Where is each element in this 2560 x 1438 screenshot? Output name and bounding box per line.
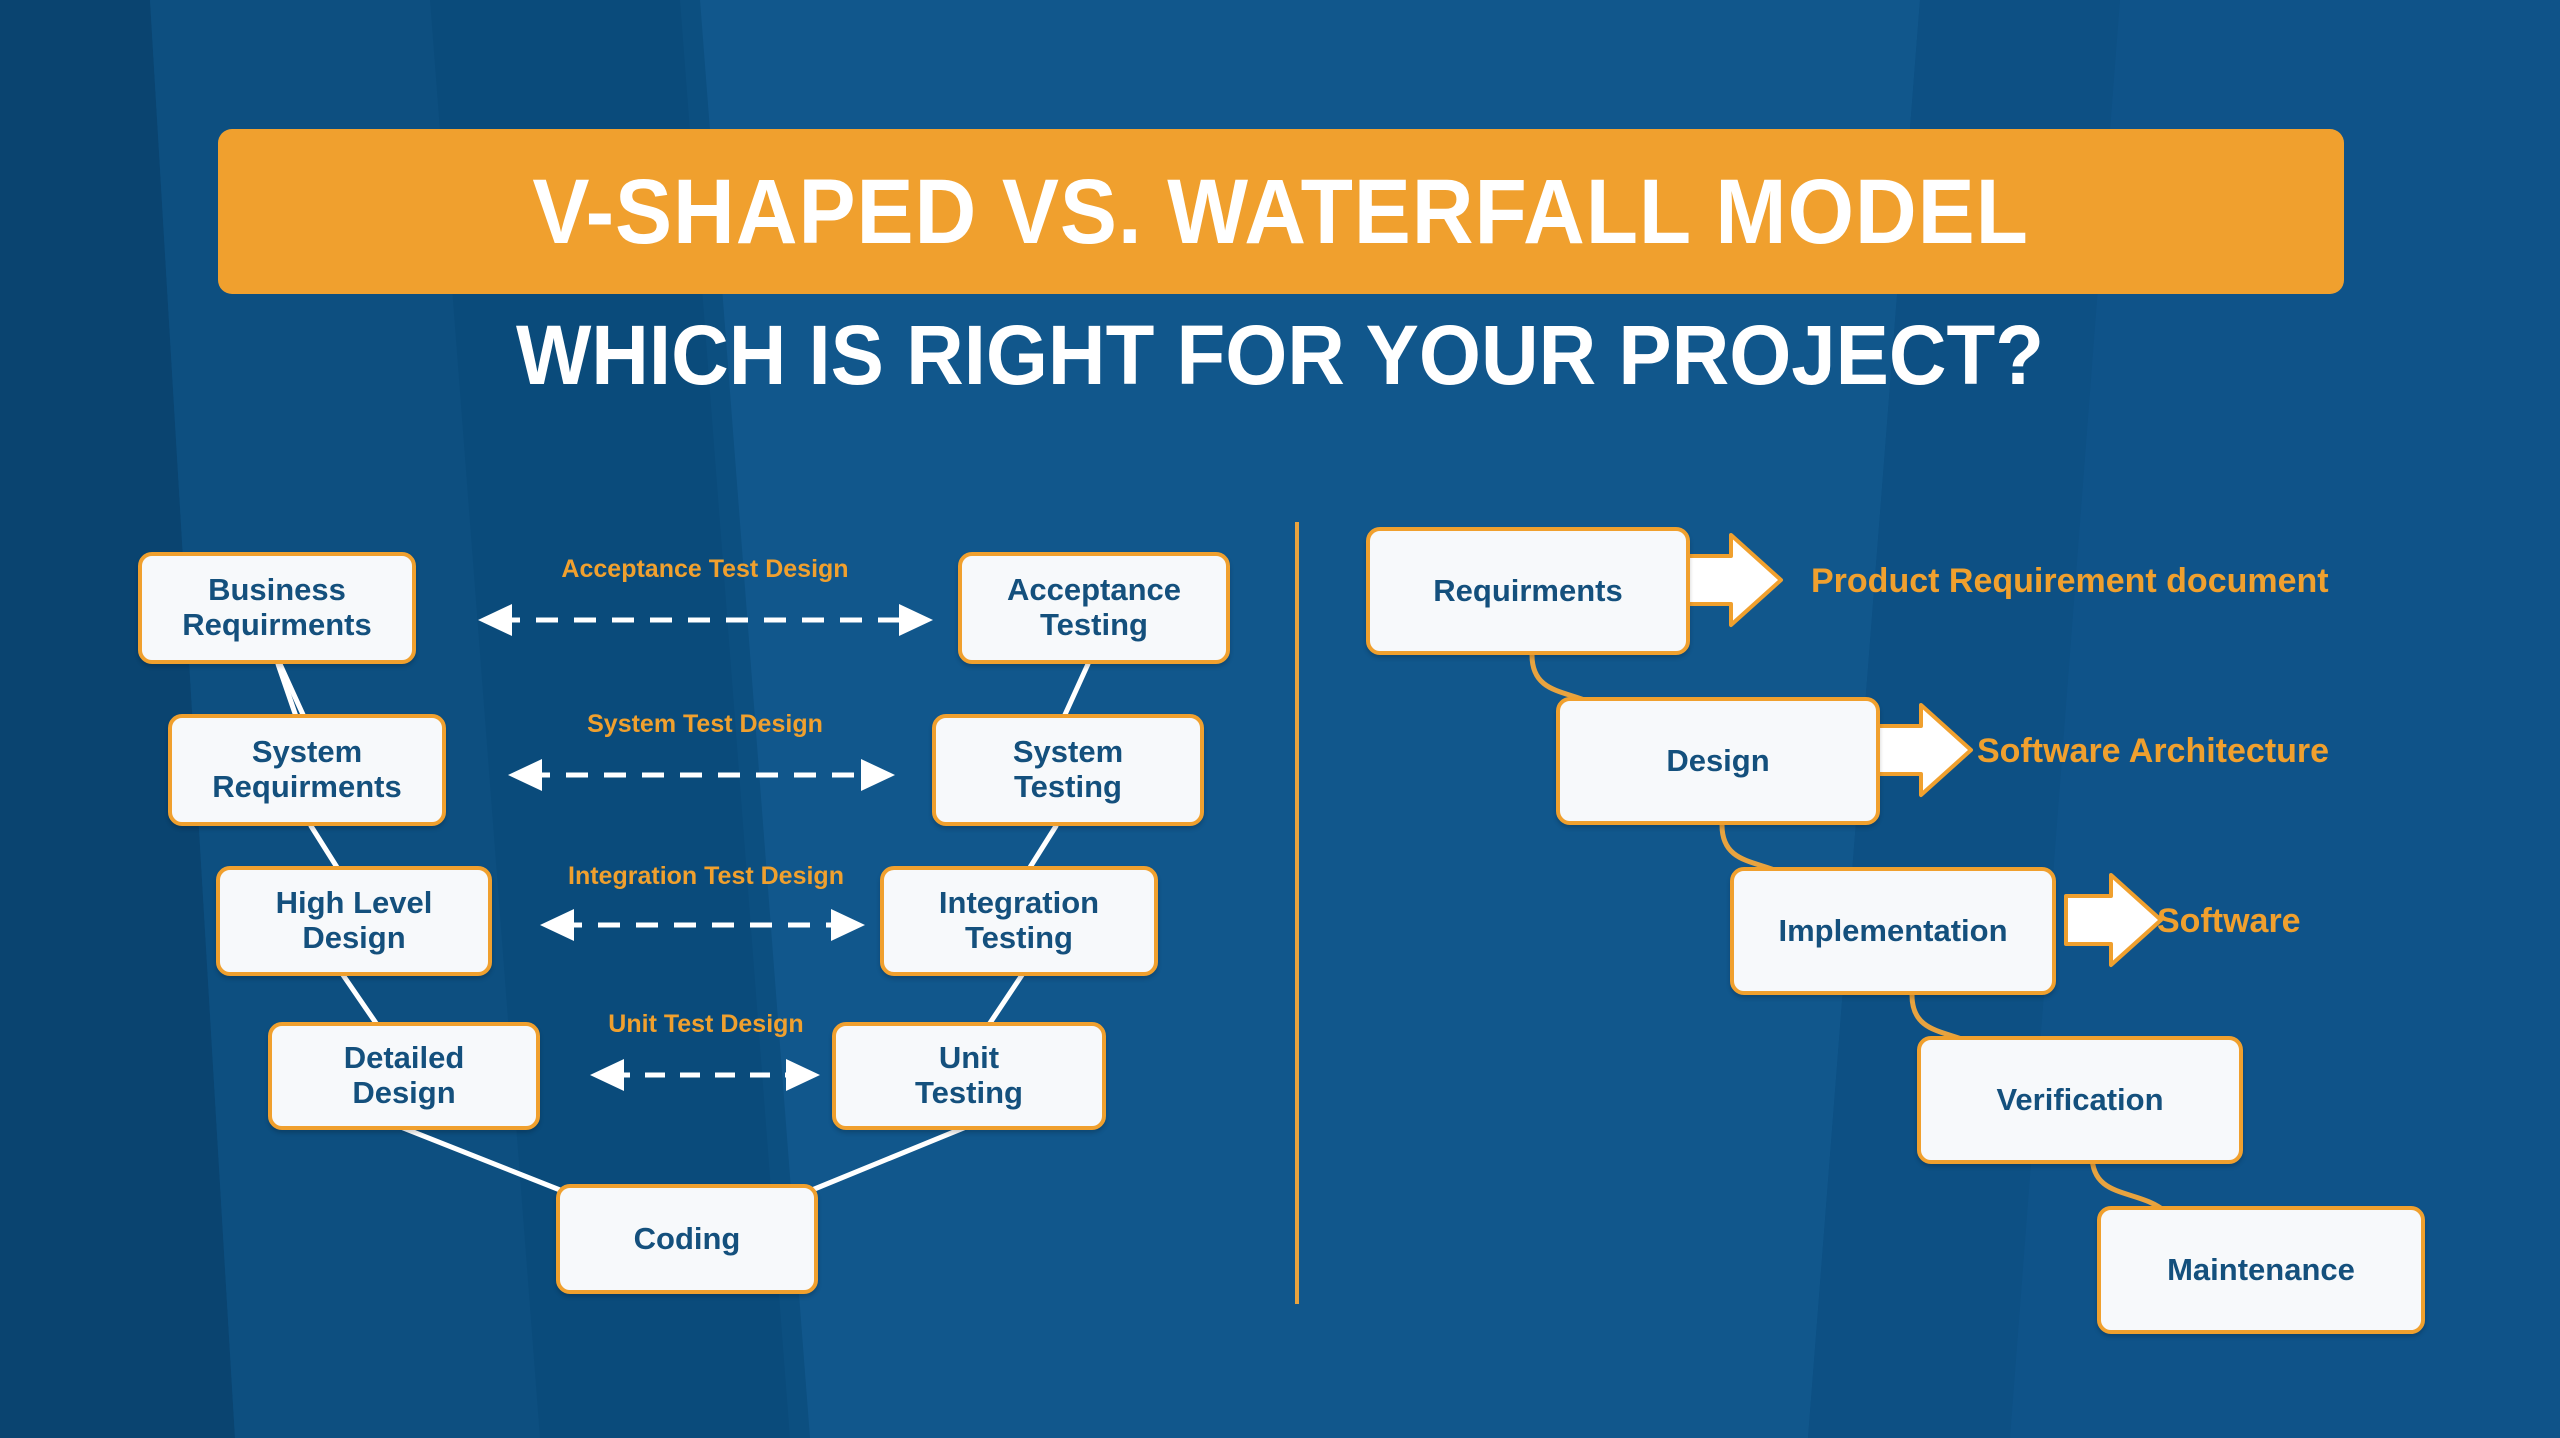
w-node-label: Verification bbox=[1996, 1081, 2164, 1117]
title-banner: V-SHAPED VS. WATERFALL MODEL bbox=[218, 129, 2344, 294]
w-node-label: Requirments bbox=[1433, 572, 1623, 608]
w-node-design[interactable]: Design bbox=[1556, 697, 1880, 825]
w-node-verification[interactable]: Verification bbox=[1917, 1036, 2243, 1164]
w-node-maintenance[interactable]: Maintenance bbox=[2097, 1206, 2425, 1334]
w-node-implementation[interactable]: Implementation bbox=[1730, 867, 2056, 995]
page-title: V-SHAPED VS. WATERFALL MODEL bbox=[532, 160, 2030, 263]
w-deliverable-requirments: Product Requirement document bbox=[1811, 562, 2329, 600]
w-deliverable-design: Software Architecture bbox=[1977, 732, 2330, 770]
w-node-requirments[interactable]: Requirments bbox=[1366, 527, 1690, 655]
w-node-label: Maintenance bbox=[2167, 1251, 2355, 1287]
w-deliverable-implementation: Software bbox=[2157, 902, 2301, 940]
page-subtitle: WHICH IS RIGHT FOR YOUR PROJECT? bbox=[515, 308, 2045, 402]
w-node-label: Implementation bbox=[1778, 912, 2008, 948]
w-node-label: Design bbox=[1666, 742, 1770, 778]
